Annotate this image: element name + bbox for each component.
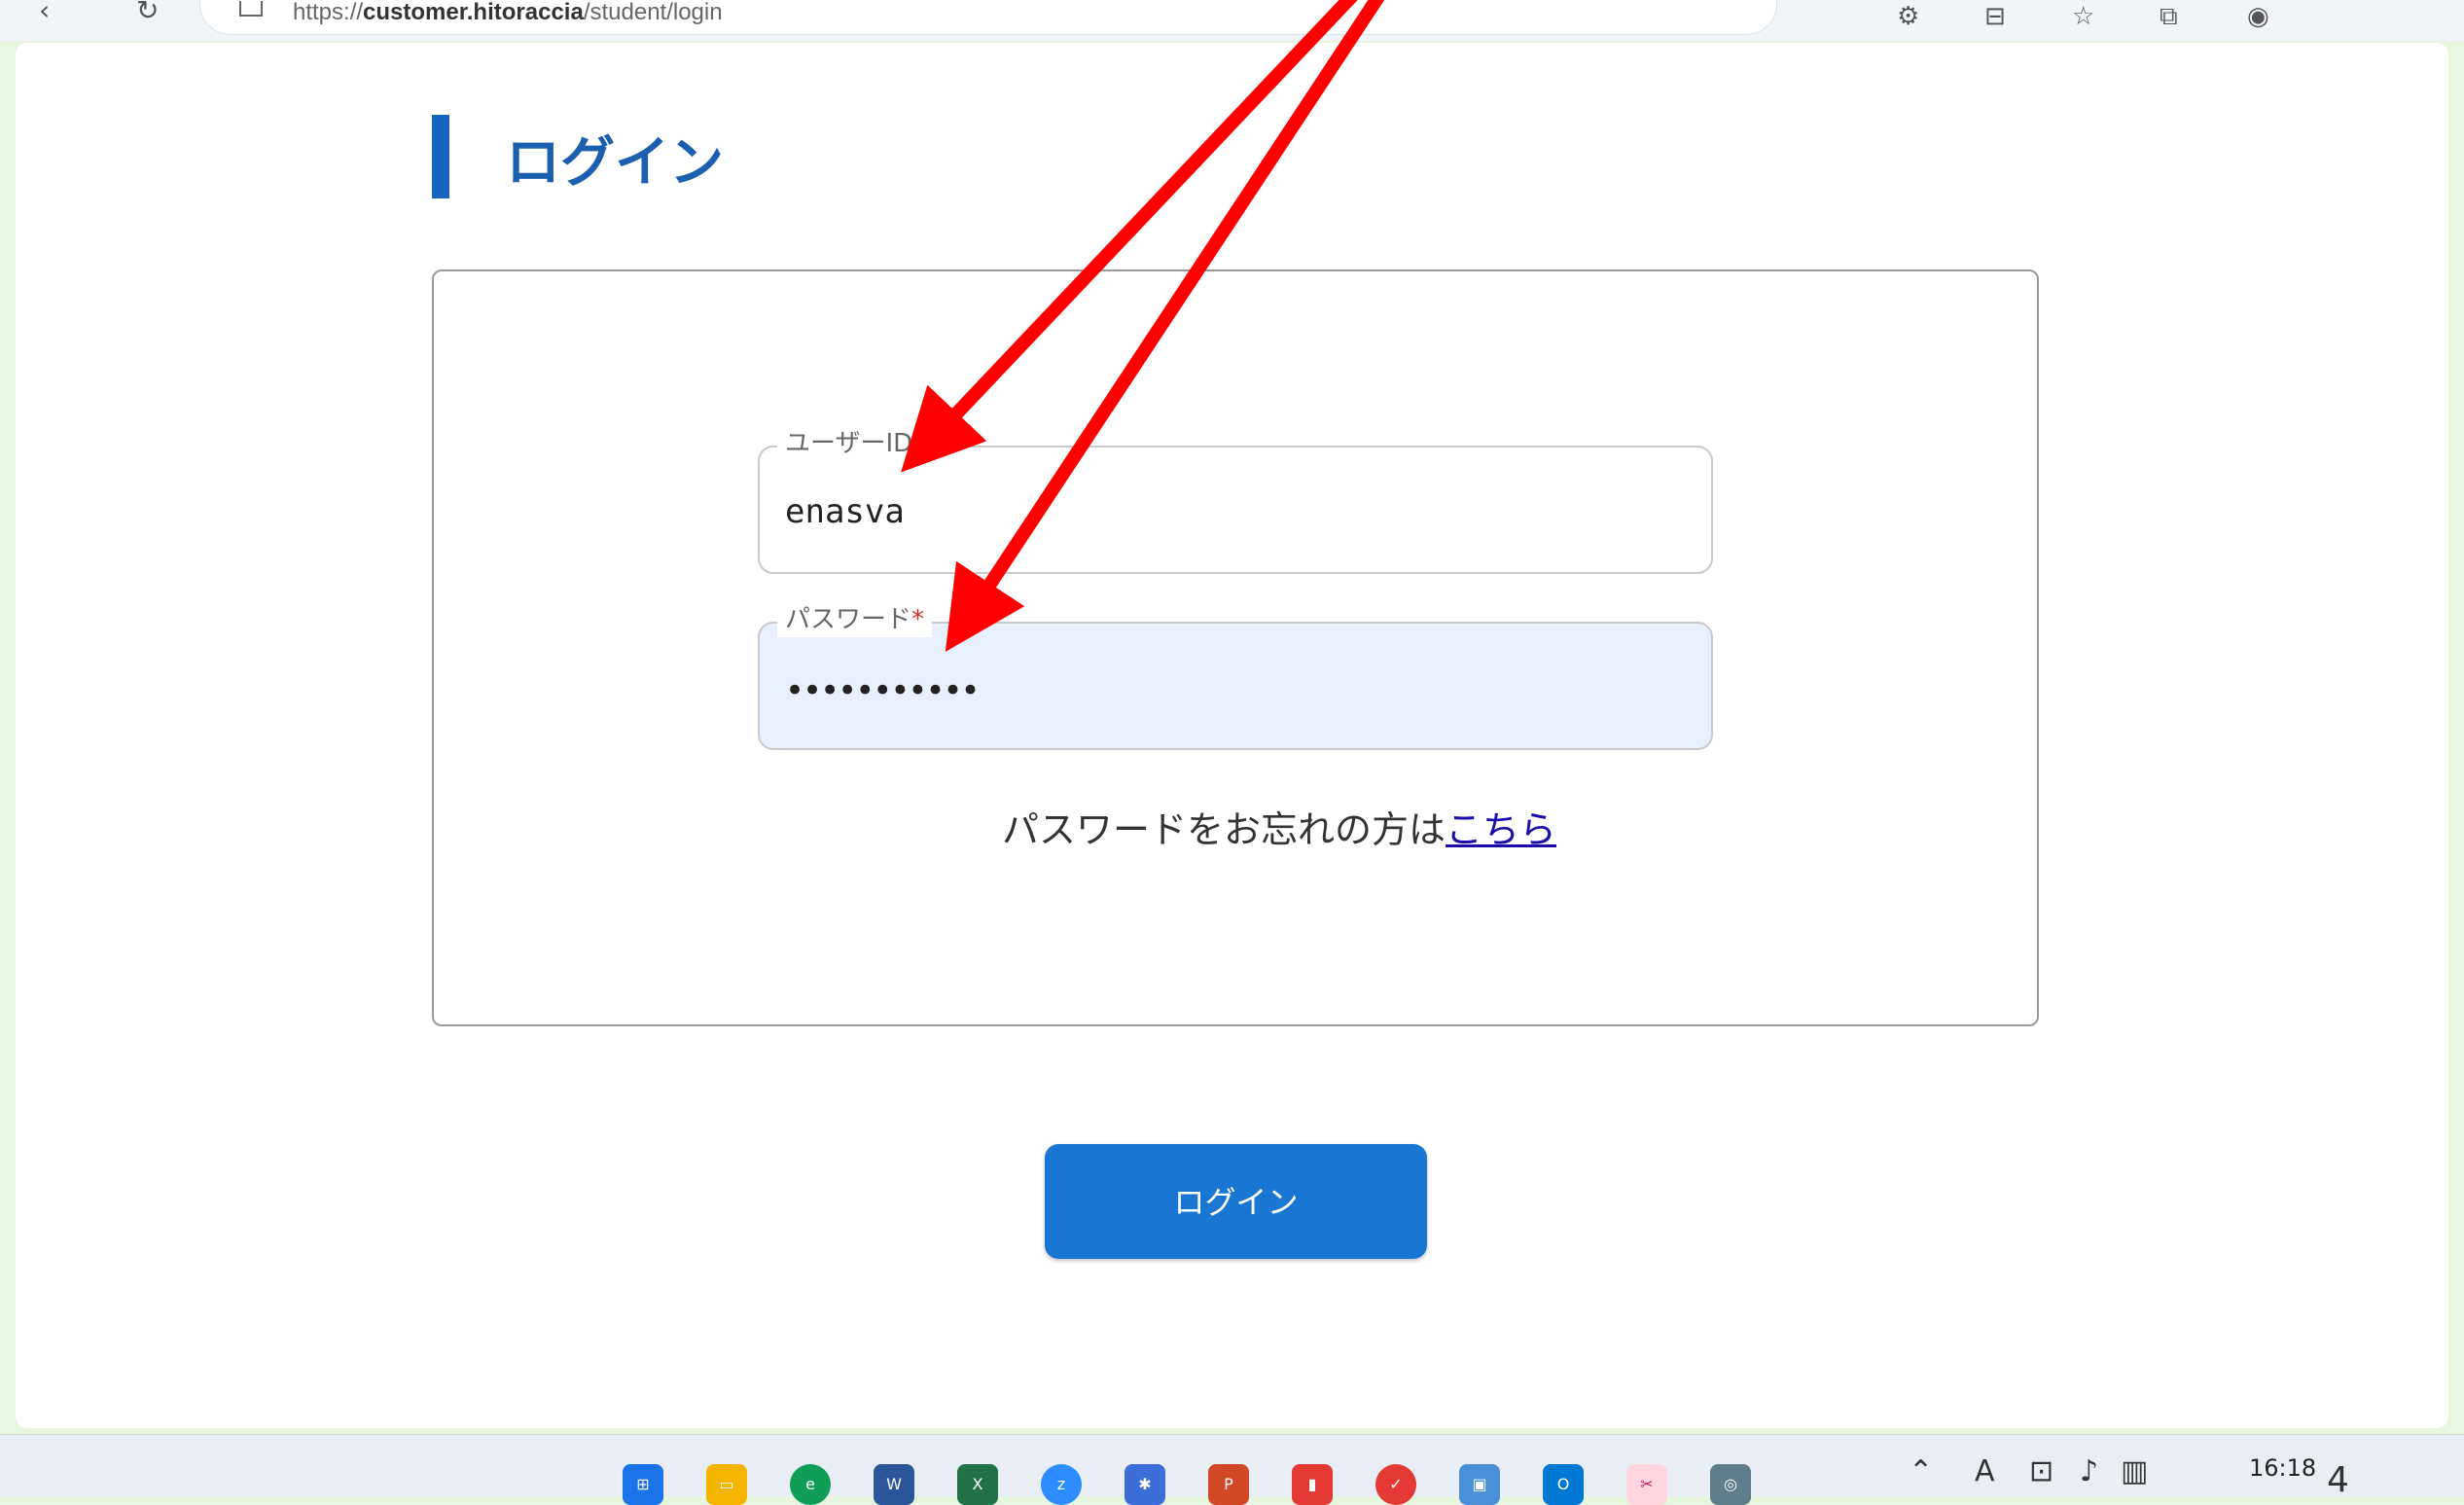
password-field[interactable]: パスワード* ••••••••••• xyxy=(758,602,1713,750)
taskbar: ⊞ ▭ e W X z ✱ P ▮ ✓ ▣ O ✂ ◎ ⌃ A ⊡ ♪ ▥ 16… xyxy=(0,1434,2464,1505)
chevron-up-icon[interactable]: ⌃ xyxy=(1909,1454,1933,1488)
collections-icon[interactable]: ⧉ xyxy=(2160,2,2178,32)
shield-icon[interactable]: ◉ xyxy=(2247,2,2269,31)
split-screen-icon[interactable]: ⊟ xyxy=(1984,2,2006,31)
user-id-value: enasva xyxy=(785,492,905,531)
login-button[interactable]: ログイン xyxy=(1045,1144,1427,1259)
battery-icon[interactable]: ▥ xyxy=(2121,1454,2148,1488)
forgot-password-link[interactable]: こちら xyxy=(1446,808,1556,851)
address-url: https://customer.hitoraccia/student/logi… xyxy=(293,0,723,25)
notification-badge[interactable]: 4 xyxy=(2327,1460,2349,1500)
forgot-password-text: パスワードをお忘れの方はこちら xyxy=(1002,808,1557,851)
pdf-icon[interactable]: ▮ xyxy=(1292,1464,1333,1505)
snipping-tool-icon[interactable]: ✂ xyxy=(1626,1464,1667,1505)
outlook-icon[interactable]: O xyxy=(1543,1464,1584,1505)
powerpoint-icon[interactable]: P xyxy=(1208,1464,1249,1505)
word-icon[interactable]: W xyxy=(874,1464,914,1505)
address-bar[interactable]: https://customer.hitoraccia/student/logi… xyxy=(199,0,1777,35)
security-icon[interactable]: ✓ xyxy=(1375,1464,1416,1505)
clock[interactable]: 16:18 xyxy=(2249,1454,2316,1482)
camera-icon[interactable]: ◎ xyxy=(1710,1464,1751,1505)
password-label: パスワード* xyxy=(777,602,933,637)
back-icon[interactable]: ‹ xyxy=(39,0,50,26)
favorites-icon[interactable]: ☆ xyxy=(2072,2,2094,31)
excel-icon[interactable]: X xyxy=(957,1464,998,1505)
start-icon[interactable]: ⊞ xyxy=(623,1464,663,1505)
folder-icon[interactable]: ▭ xyxy=(706,1464,747,1505)
ime-icon[interactable]: A xyxy=(1975,1454,1995,1488)
zoom-icon[interactable]: z xyxy=(1041,1464,1082,1505)
control-panel-icon[interactable]: ▣ xyxy=(1459,1464,1500,1505)
app-icon[interactable]: ✱ xyxy=(1125,1464,1165,1505)
user-id-field[interactable]: ユーザーID* enasva xyxy=(758,426,1713,574)
password-value: ••••••••••• xyxy=(785,671,981,710)
lock-icon xyxy=(239,1,263,17)
title-accent-bar xyxy=(432,115,449,198)
extensions-icon[interactable]: ⚙ xyxy=(1897,2,1919,31)
user-id-label: ユーザーID* xyxy=(777,426,934,461)
browser-chrome: ‹ ↻ https://customer.hitoraccia/student/… xyxy=(0,0,2464,41)
network-icon[interactable]: ⊡ xyxy=(2029,1454,2053,1488)
required-mark: * xyxy=(912,429,926,458)
page-title: ログイン xyxy=(506,131,724,195)
reload-icon[interactable]: ↻ xyxy=(136,0,159,26)
required-mark: * xyxy=(911,605,925,634)
volume-icon[interactable]: ♪ xyxy=(2080,1454,2098,1488)
edge-icon[interactable]: e xyxy=(790,1464,831,1505)
